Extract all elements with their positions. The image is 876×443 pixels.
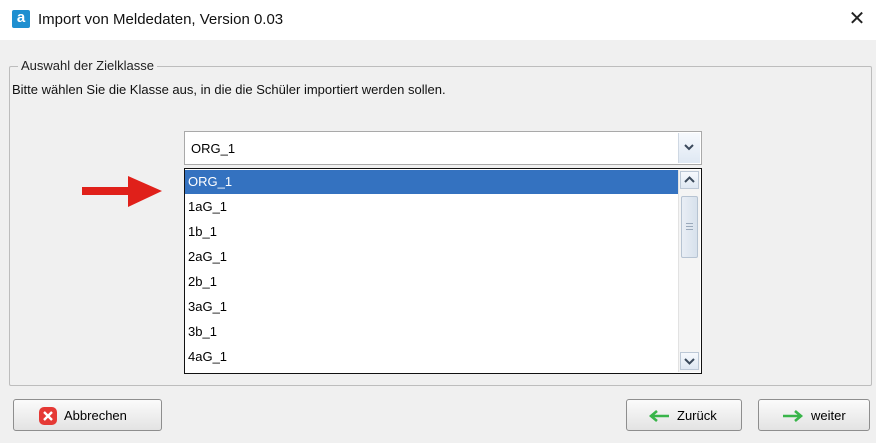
back-button[interactable]: Zurück [626,399,742,431]
list-item-option[interactable]: 4aG_1 [185,345,679,369]
thumb-grip [686,223,693,224]
list-item-option[interactable]: 3aG_1 [185,295,679,319]
scroll-down-button[interactable] [680,352,699,370]
cancel-x-icon [39,407,57,425]
next-button-label: weiter [811,408,846,423]
list-item-option[interactable]: 2aG_1 [185,245,679,269]
title-bar: a Import von Meldedaten, Version 0.03 ✕ [0,0,876,40]
back-button-label: Zurück [677,408,717,423]
cancel-button[interactable]: Abbrechen [13,399,162,431]
thumb-grip [686,229,693,230]
arrow-left-icon [648,410,669,422]
list-item-option[interactable]: 2b_1 [185,270,679,294]
list-item-option[interactable]: 1aG_1 [185,195,679,219]
combobox-dropdown-button[interactable] [678,133,700,163]
app-icon: a [12,10,30,28]
thumb-grip [686,226,693,227]
instruction-text: Bitte wählen Sie die Klasse aus, in die … [12,82,446,97]
close-button[interactable]: ✕ [840,6,874,34]
list-scrollbar[interactable] [678,170,700,372]
arrow-right-icon [783,410,804,422]
window-title: Import von Meldedaten, Version 0.03 [38,11,284,28]
list-item-option[interactable]: ORG_1 [185,170,679,194]
class-dropdown-list[interactable]: ORG_1 1aG_1 1b_1 2aG_1 2b_1 3aG_1 3b_1 4aG_1 [184,168,702,374]
chevron-down-icon [684,144,694,151]
combobox-value: ORG_1 [191,141,236,156]
list-item-option[interactable]: 1b_1 [185,220,679,244]
red-pointer-arrow-icon [82,176,162,207]
list-item-option[interactable]: 3b_1 [185,320,679,344]
next-button[interactable]: weiter [758,399,870,431]
chevron-up-icon [684,176,695,183]
scroll-up-button[interactable] [680,171,699,189]
cancel-button-label: Abbrechen [64,408,127,423]
class-combobox[interactable]: ORG_1 [184,131,702,165]
chevron-down-icon [684,358,695,365]
group-legend: Auswahl der Zielklasse [18,58,157,73]
scroll-thumb[interactable] [681,196,698,258]
